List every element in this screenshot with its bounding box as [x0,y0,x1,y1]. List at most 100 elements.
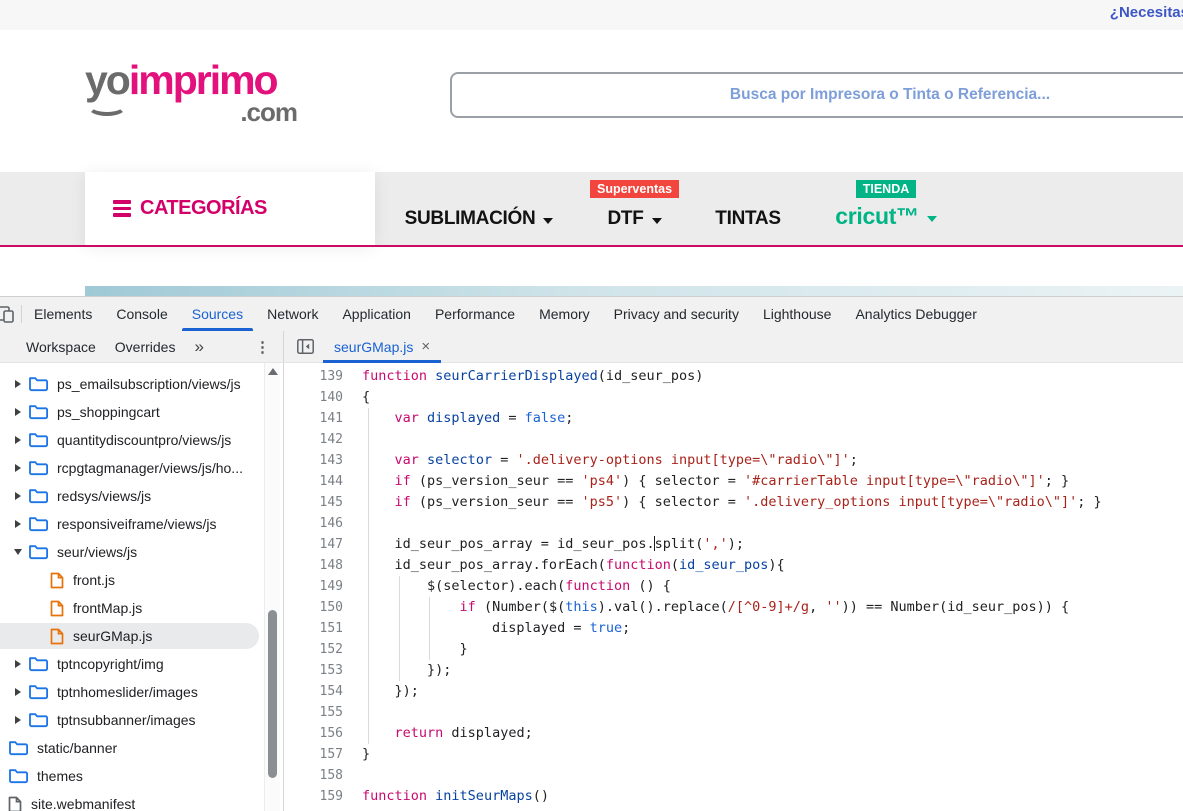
site-logo[interactable]: yoimprimo .com [85,60,295,152]
chevron-collapsed-icon[interactable] [8,436,28,444]
nav-item-sublimaci-n[interactable]: SUBLIMACIÓN [375,172,583,245]
line-number[interactable]: 154 [285,681,343,702]
code-line: 148 id_seur_pos_array.forEach(function(i… [285,555,1183,576]
more-tabs-chevron[interactable]: » [194,337,203,357]
chevron-collapsed-icon[interactable] [8,380,28,388]
code-editor[interactable]: 139function seurCarrierDisplayed(id_seur… [285,363,1183,811]
devtools-tab-network[interactable]: Network [255,297,330,331]
line-number[interactable]: 141 [285,408,343,429]
tree-item-themes[interactable]: themes [0,762,283,790]
chevron-collapsed-icon[interactable] [8,660,28,668]
code-text: var selector = '.delivery-options input[… [343,450,858,471]
devtools-tab-lighthouse[interactable]: Lighthouse [751,297,844,331]
devtools-tab-sources[interactable]: Sources [180,297,255,331]
tree-item-responsiveiframe-views-js[interactable]: responsiveiframe/views/js [0,510,283,538]
tree-item-front-js[interactable]: front.js [0,566,283,594]
line-number[interactable]: 156 [285,723,343,744]
site-navbar: CATEGORÍAS SUBLIMACIÓNSuperventasDTFTINT… [0,172,1183,245]
scrollbar-thumb[interactable] [268,610,277,778]
tree-item-tptnsubbanner-images[interactable]: tptnsubbanner/images [0,706,283,734]
code-line: 160{ [285,807,1183,811]
scrollbar-up-icon[interactable] [268,368,278,375]
navigator-header: » ⋮ Workspace Overrides [0,331,284,362]
tree-item-frontmap-js[interactable]: frontMap.js [0,594,283,622]
tree-item-redsys-views-js[interactable]: redsys/views/js [0,482,283,510]
chevron-collapsed-icon[interactable] [8,688,28,696]
tree-item-seurgmap-js[interactable]: seurGMap.js [0,622,283,650]
devtools-tab-application[interactable]: Application [330,297,423,331]
folder-icon [28,656,48,672]
tree-scrollbar[interactable] [264,363,280,811]
code-text: { [343,807,370,811]
tree-item-ps-shoppingcart[interactable]: ps_shoppingcart [0,398,283,426]
folder-icon [28,516,48,532]
tree-item-rcpgtagmanager-views-js-ho[interactable]: rcpgtagmanager/views/js/ho... [0,454,283,482]
line-number[interactable]: 157 [285,744,343,765]
line-number[interactable]: 142 [285,429,343,450]
line-number[interactable]: 143 [285,450,343,471]
panel-tab-overrides[interactable]: Overrides [115,339,176,355]
file-tab-close-icon[interactable]: × [421,338,430,355]
tree-item-tptncopyright-img[interactable]: tptncopyright/img [0,650,283,678]
folder-icon [28,488,48,504]
code-text: }); [343,681,419,702]
nav-item-tintas[interactable]: TINTAS [686,172,810,245]
tree-item-ps-emailsubscription-views-js[interactable]: ps_emailsubscription/views/js [0,370,283,398]
file-tab-seurgmap[interactable]: seurGMap.js × [323,331,441,362]
panel-tab-workspace[interactable]: Workspace [26,339,96,355]
line-number[interactable]: 160 [285,807,343,811]
line-number[interactable]: 149 [285,576,343,597]
chevron-expanded-icon[interactable] [8,549,28,555]
code-text [343,765,362,786]
nav-item-dtf[interactable]: SuperventasDTF [583,172,686,245]
line-number[interactable]: 150 [285,597,343,618]
hide-navigator-icon[interactable] [297,339,314,354]
devtools-tab-performance[interactable]: Performance [423,297,527,331]
jsfile-icon [50,600,64,617]
devtools-tab-elements[interactable]: Elements [22,297,104,331]
line-number[interactable]: 151 [285,618,343,639]
code-text: id_seur_pos_array = id_seur_pos.split(',… [343,534,744,555]
jsfile-icon [50,628,64,645]
tree-item-quantitydiscountpro-views-js[interactable]: quantitydiscountpro/views/js [0,426,283,454]
search-input[interactable] [450,72,1183,118]
line-number[interactable]: 145 [285,492,343,513]
devtools-tab-analytics-debugger[interactable]: Analytics Debugger [843,297,988,331]
chevron-collapsed-icon[interactable] [8,520,28,528]
tree-item-label: ps_emailsubscription/views/js [57,376,241,392]
line-number[interactable]: 139 [285,366,343,387]
line-number[interactable]: 144 [285,471,343,492]
devtools-tab-memory[interactable]: Memory [527,297,602,331]
tree-item-site-webmanifest[interactable]: site.webmanifest [0,790,283,811]
devtools-tab-privacy-and-security[interactable]: Privacy and security [602,297,751,331]
line-number[interactable]: 152 [285,639,343,660]
devtools-tabbar: ElementsConsoleSourcesNetworkApplication… [0,296,1183,331]
chevron-collapsed-icon[interactable] [8,492,28,500]
devtools-tab-console[interactable]: Console [104,297,179,331]
chevron-collapsed-icon[interactable] [8,408,28,416]
nav-item-cricut[interactable]: TIENDAcricut™ [810,172,962,245]
chevron-collapsed-icon[interactable] [8,464,28,472]
tree-item-label: site.webmanifest [31,796,135,811]
tree-item-tptnhomeslider-images[interactable]: tptnhomeslider/images [0,678,283,706]
line-number[interactable]: 146 [285,513,343,534]
tree-item-seur-views-js[interactable]: seur/views/js [0,538,283,566]
line-number[interactable]: 158 [285,765,343,786]
line-number[interactable]: 148 [285,555,343,576]
folder-icon [28,432,48,448]
overflow-menu-icon[interactable]: ⋮ [255,338,270,356]
line-number[interactable]: 155 [285,702,343,723]
line-number[interactable]: 159 [285,786,343,807]
code-line: 144 if (ps_version_seur == 'ps4') { sele… [285,471,1183,492]
line-number[interactable]: 147 [285,534,343,555]
help-link[interactable]: ¿Necesitas [1110,4,1183,21]
code-line: 141 var displayed = false; [285,408,1183,429]
chevron-collapsed-icon[interactable] [8,716,28,724]
tree-item-static-banner[interactable]: static/banner [0,734,283,762]
categories-button[interactable]: CATEGORÍAS [85,172,375,245]
line-number[interactable]: 140 [285,387,343,408]
tree-item-label: themes [37,768,83,784]
device-toolbar-icon[interactable] [0,297,21,331]
line-number[interactable]: 153 [285,660,343,681]
navbar-divider [0,245,1183,247]
